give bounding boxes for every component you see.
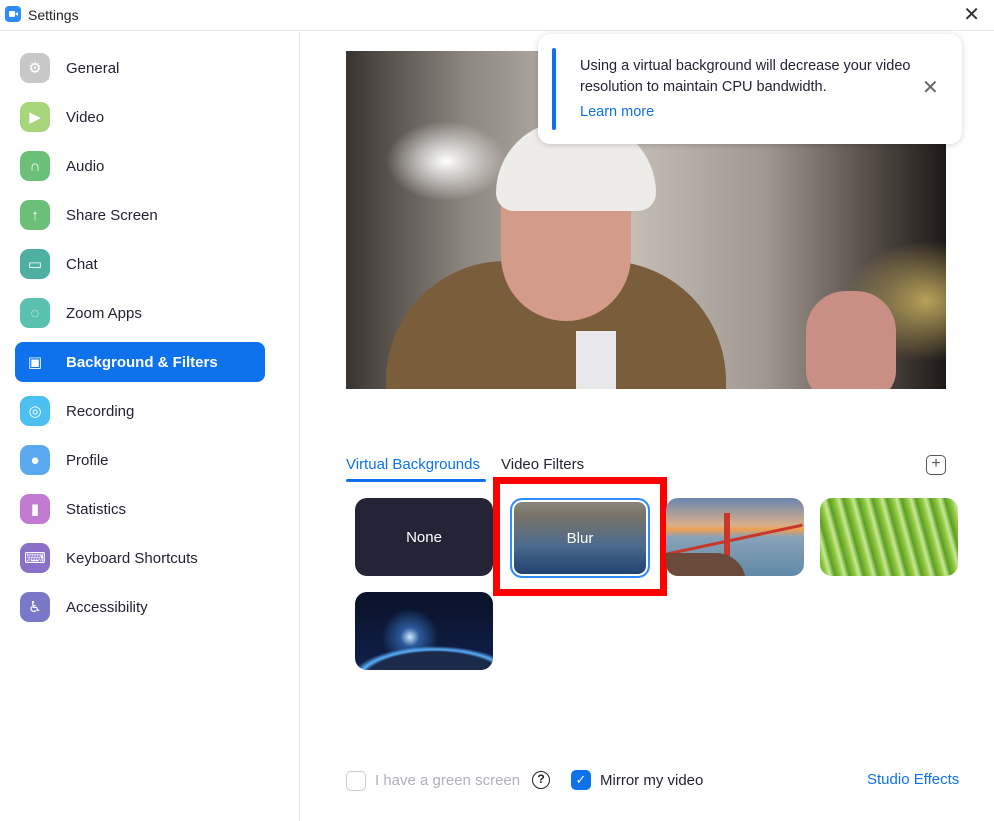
sidebar-item-label: Accessibility — [66, 598, 148, 616]
title-bar: Settings ✕ — [0, 0, 994, 31]
background-none[interactable]: None — [355, 498, 493, 576]
profile-icon: ● — [20, 445, 50, 475]
sidebar-item-zoom-apps[interactable]: ◌ Zoom Apps — [15, 293, 265, 333]
bridge-cable-shape — [667, 523, 803, 556]
virtual-background-notice: Using a virtual background will decrease… — [538, 34, 962, 144]
video-camera-icon: ▶ — [20, 102, 50, 132]
gear-icon: ⚙ — [20, 53, 50, 83]
sidebar-item-chat[interactable]: ▭ Chat — [15, 244, 265, 284]
notice-accent-bar — [552, 48, 556, 130]
sidebar-item-statistics[interactable]: ▮ Statistics — [15, 489, 265, 529]
sidebar-item-recording[interactable]: ◎ Recording — [15, 391, 265, 431]
sidebar-item-profile[interactable]: ● Profile — [15, 440, 265, 480]
sidebar-item-share-screen[interactable]: ↑ Share Screen — [15, 195, 265, 235]
add-background-button[interactable]: + — [926, 455, 946, 475]
sidebar-item-label: Audio — [66, 157, 105, 175]
sidebar-item-label: Profile — [66, 451, 109, 469]
bridge-rock-shape — [666, 553, 746, 576]
help-icon[interactable]: ? — [532, 771, 550, 789]
sidebar-item-label: Keyboard Shortcuts — [66, 549, 198, 567]
learn-more-link[interactable]: Learn more — [580, 104, 654, 120]
sidebar-item-label: Recording — [66, 402, 135, 420]
record-icon: ◎ — [20, 396, 50, 426]
tab-video-filters[interactable]: Video Filters — [501, 456, 584, 473]
sidebar-item-video[interactable]: ▶ Video — [15, 97, 265, 137]
studio-effects-link[interactable]: Studio Effects — [867, 771, 959, 788]
tab-virtual-backgrounds[interactable]: Virtual Backgrounds — [346, 456, 480, 473]
mirror-video-checkbox[interactable]: ✓ — [571, 770, 591, 790]
sidebar-item-label: Statistics — [66, 500, 127, 518]
keyboard-icon: ⌨ — [20, 543, 50, 573]
sidebar-item-label: Zoom Apps — [66, 304, 142, 322]
preview-person-shirt — [576, 331, 616, 389]
notice-message: Using a virtual background will decrease… — [580, 58, 911, 95]
preview-person-hand — [806, 291, 896, 389]
notice-close-icon[interactable]: ✕ — [922, 78, 939, 98]
sidebar-item-label: General — [66, 59, 120, 77]
accessibility-icon: ♿ — [20, 592, 50, 622]
background-none-label: None — [406, 528, 442, 546]
sidebar-item-label: Chat — [66, 255, 98, 273]
apps-icon: ◌ — [20, 298, 50, 328]
headphones-icon: ∩ — [20, 151, 50, 181]
chat-icon: ▭ — [20, 249, 50, 279]
sidebar-item-general[interactable]: ⚙ General — [15, 48, 265, 88]
share-screen-icon: ↑ — [20, 200, 50, 230]
settings-sidebar: ⚙ General ▶ Video ∩ Audio ↑ Share Screen ▭ Chat ◌ Z… — [0, 32, 300, 821]
mirror-video-label: Mirror my video — [600, 772, 704, 789]
background-grass[interactable] — [820, 498, 958, 576]
background-earth-from-space[interactable] — [355, 592, 493, 670]
sidebar-item-label: Share Screen — [66, 206, 158, 224]
sidebar-item-label: Background & Filters — [66, 353, 218, 371]
window-title: Settings — [28, 7, 79, 23]
sidebar-item-keyboard-shortcuts[interactable]: ⌨ Keyboard Shortcuts — [15, 538, 265, 578]
sidebar-item-label: Video — [66, 108, 105, 126]
zoom-app-icon — [5, 6, 21, 22]
background-icon: ▣ — [27, 354, 43, 371]
active-tab-indicator — [346, 479, 486, 482]
background-golden-gate-bridge[interactable] — [666, 498, 804, 576]
sidebar-item-audio[interactable]: ∩ Audio — [15, 146, 265, 186]
green-screen-label: I have a green screen — [375, 772, 521, 789]
sidebar-item-accessibility[interactable]: ♿ Accessibility — [15, 587, 265, 627]
annotation-highlight-box — [493, 477, 667, 596]
statistics-icon: ▮ — [20, 494, 50, 524]
green-screen-checkbox[interactable] — [346, 771, 366, 791]
sidebar-item-background-filters[interactable]: ▣ Background & Filters — [15, 342, 265, 382]
window-close-icon[interactable]: ✕ — [963, 5, 980, 25]
